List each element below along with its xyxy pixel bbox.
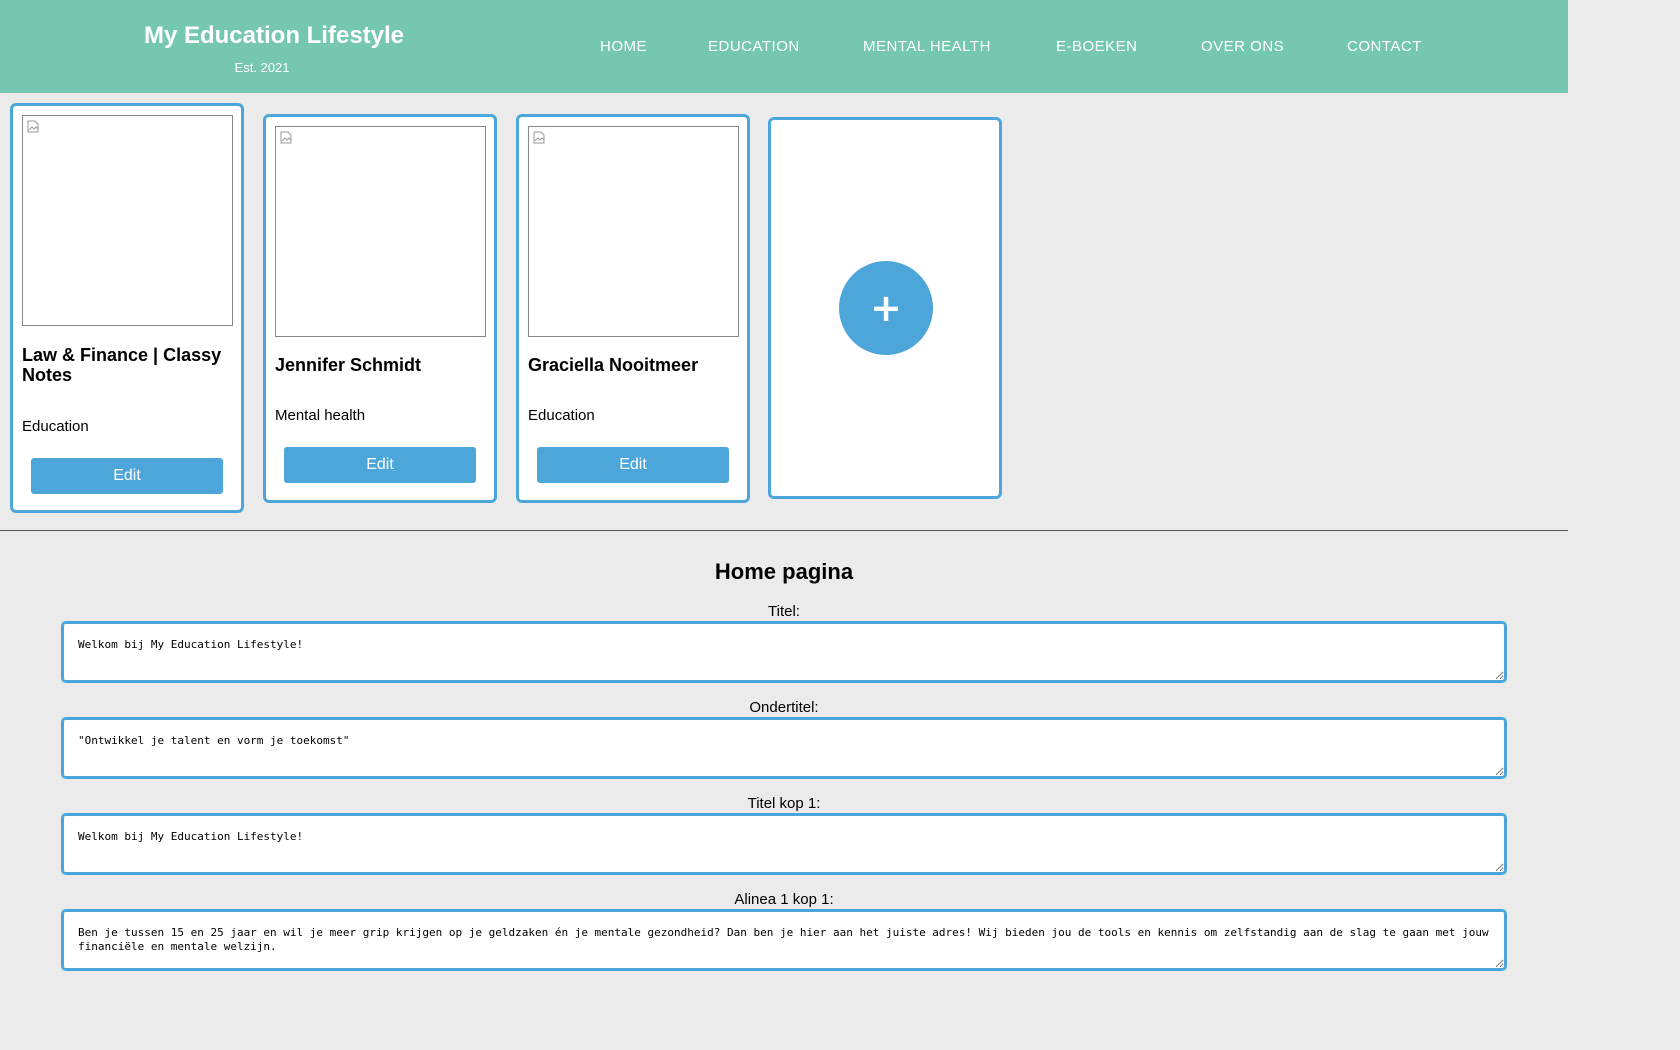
author-card: Law & Finance | Classy Notes Education E… [10, 103, 244, 513]
titel-field[interactable]: Welkom bij My Education Lifestyle! [61, 621, 1507, 683]
nav-education[interactable]: EDUCATION [708, 38, 800, 55]
section-divider [0, 530, 1568, 531]
section-title: Home pagina [714, 559, 854, 584]
main-nav: HOME EDUCATION MENTAL HEALTH E-BOEKEN OV… [0, 38, 1568, 58]
author-card: Jennifer Schmidt Mental health Edit [263, 114, 497, 503]
brand-subtitle: Est. 2021 [234, 60, 290, 75]
nav-contact[interactable]: CONTACT [1347, 38, 1422, 55]
add-button[interactable]: + [839, 261, 933, 355]
card-title: Graciella Nooitmeer [528, 355, 699, 375]
nav-home[interactable]: HOME [600, 38, 647, 55]
field-label-titel: Titel: [768, 603, 800, 620]
site-header: My Education Lifestyle Est. 2021 HOME ED… [0, 0, 1568, 93]
card-category: Education [528, 407, 595, 424]
broken-image-icon [27, 120, 39, 133]
alinea-1-kop-1-field[interactable]: Ben je tussen 15 en 25 jaar en wil je me… [61, 909, 1507, 971]
field-label-alinea-1-kop-1: Alinea 1 kop 1: [734, 891, 834, 908]
nav-mental-health[interactable]: MENTAL HEALTH [863, 38, 991, 55]
field-label-titel-kop-1: Titel kop 1: [747, 795, 821, 812]
card-image [528, 126, 739, 337]
broken-image-icon [280, 131, 292, 144]
edit-button[interactable]: Edit [537, 447, 729, 483]
card-image [275, 126, 486, 337]
titel-kop-1-field[interactable]: Welkom bij My Education Lifestyle! [61, 813, 1507, 875]
card-title: Jennifer Schmidt [275, 355, 422, 375]
card-category: Mental health [275, 407, 366, 424]
nav-over-ons[interactable]: OVER ONS [1201, 38, 1284, 55]
edit-button[interactable]: Edit [31, 458, 223, 494]
card-image [22, 115, 233, 326]
field-label-ondertitel: Ondertitel: [749, 699, 819, 716]
broken-image-icon [533, 131, 545, 144]
card-title: Law & Finance | Classy Notes [22, 345, 222, 385]
add-card: + [768, 117, 1002, 499]
nav-e-boeken[interactable]: E-BOEKEN [1056, 38, 1138, 55]
author-card: Graciella Nooitmeer Education Edit [516, 114, 750, 503]
ondertitel-field[interactable]: "Ontwikkel je talent en vorm je toekomst… [61, 717, 1507, 779]
card-category: Education [22, 418, 89, 435]
edit-button[interactable]: Edit [284, 447, 476, 483]
